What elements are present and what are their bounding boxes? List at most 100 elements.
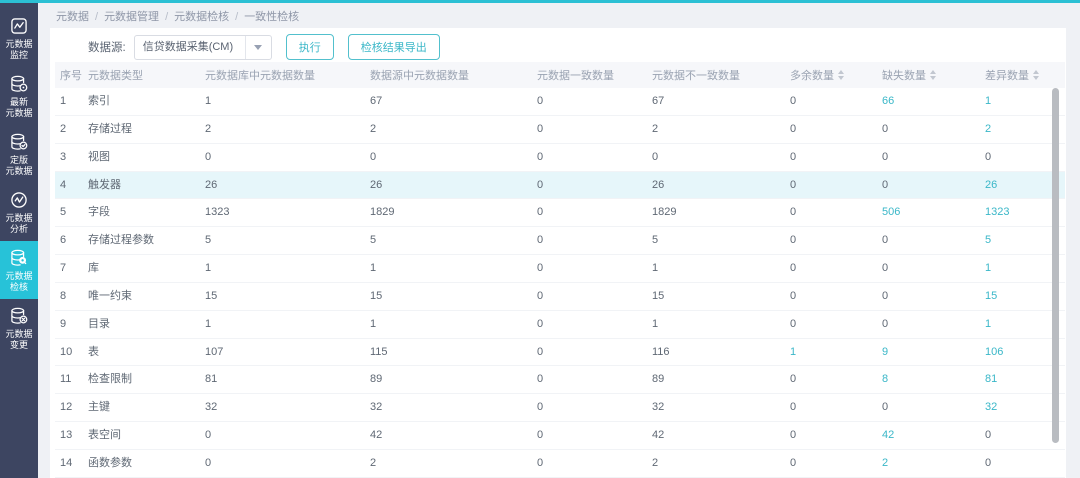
cell-index: 4 [55, 172, 88, 199]
cell-inconsistent_count: 0 [652, 144, 790, 171]
cell-missing_count[interactable]: 8 [882, 366, 985, 393]
vertical-scrollbar[interactable] [1052, 88, 1059, 443]
cell-inconsistent_count: 2 [652, 450, 790, 477]
database-search-icon [9, 248, 29, 268]
table-row[interactable]: 5字段132318290182905061323 [55, 199, 1065, 227]
sidebar-item-metadata-analysis[interactable]: 元数据 分析 [0, 183, 38, 241]
table-row[interactable]: 2存储过程2202002 [55, 116, 1065, 144]
cell-index: 11 [55, 366, 88, 393]
cell-extra_count: 0 [790, 88, 882, 115]
cell-inconsistent_count: 42 [652, 422, 790, 449]
cell-db_count: 1323 [205, 199, 370, 226]
column-header-consistent_count: 元数据一致数量 [537, 67, 652, 83]
table-row[interactable]: 7库1101001 [55, 255, 1065, 283]
sidebar-item-label: 元数据 检核 [5, 271, 32, 293]
sidebar-item-versioned-metadata[interactable]: 定版 元数据 [0, 125, 38, 183]
table-row[interactable]: 4触发器26260260026 [55, 172, 1065, 200]
cell-consistent_count: 0 [537, 116, 652, 143]
cell-index: 6 [55, 227, 88, 254]
cell-source_count: 67 [370, 88, 537, 115]
table-row[interactable]: 1索引1670670661 [55, 88, 1065, 116]
table-row[interactable]: 6存储过程参数5505005 [55, 227, 1065, 255]
cell-index: 12 [55, 394, 88, 421]
breadcrumb-item[interactable]: 元数据管理 [104, 11, 159, 23]
cell-extra_count: 0 [790, 144, 882, 171]
cell-missing_count: 0 [882, 394, 985, 421]
consistency-check-table: 序号元数据类型元数据库中元数据数量数据源中元数据数量元数据一致数量元数据不一致数… [55, 62, 1065, 478]
cell-diff_count: 0 [985, 450, 1065, 477]
sidebar-item-latest-metadata[interactable]: 最新 元数据 [0, 67, 38, 125]
cell-consistent_count: 0 [537, 144, 652, 171]
cell-db_count: 1 [205, 311, 370, 338]
sidebar-item-metadata-monitor[interactable]: 元数据 监控 [0, 9, 38, 67]
datasource-select[interactable]: 信贷数据采集(CM) [134, 35, 272, 60]
cell-consistent_count: 0 [537, 311, 652, 338]
cell-db_count: 1 [205, 88, 370, 115]
execute-button[interactable]: 执行 [286, 34, 334, 60]
database-check-icon [9, 132, 29, 152]
cell-extra_count: 0 [790, 116, 882, 143]
table-row[interactable]: 3视图0000000 [55, 144, 1065, 172]
cell-db_count: 15 [205, 283, 370, 310]
cell-missing_count: 0 [882, 311, 985, 338]
cell-index: 8 [55, 283, 88, 310]
cell-extra_count: 0 [790, 422, 882, 449]
cell-db_count: 0 [205, 422, 370, 449]
cell-consistent_count: 0 [537, 283, 652, 310]
column-header-diff_count[interactable]: 差异数量 [985, 67, 1065, 83]
sidebar-item-metadata-change[interactable]: 元数据 变更 [0, 299, 38, 357]
cell-extra_count: 0 [790, 311, 882, 338]
cell-db_count: 5 [205, 227, 370, 254]
chevron-down-icon [254, 45, 262, 50]
cell-consistent_count: 0 [537, 422, 652, 449]
cell-inconsistent_count: 2 [652, 116, 790, 143]
cell-source_count: 89 [370, 366, 537, 393]
cell-source_count: 115 [370, 339, 537, 366]
select-arrow-box[interactable] [245, 36, 271, 59]
cell-db_count: 1 [205, 255, 370, 282]
cell-missing_count: 0 [882, 172, 985, 199]
table-row[interactable]: 9目录1101001 [55, 311, 1065, 339]
breadcrumb-separator: / [95, 11, 98, 23]
cell-extra_count[interactable]: 1 [790, 339, 882, 366]
top-accent-bar [0, 0, 1080, 3]
cell-consistent_count: 0 [537, 227, 652, 254]
column-header-extra_count[interactable]: 多余数量 [790, 67, 882, 83]
table-row[interactable]: 10表107115011619106 [55, 339, 1065, 367]
sort-icon[interactable] [930, 70, 936, 80]
cell-db_count: 107 [205, 339, 370, 366]
cell-missing_count[interactable]: 42 [882, 422, 985, 449]
cell-index: 5 [55, 199, 88, 226]
breadcrumb-item: 一致性检核 [244, 11, 299, 23]
cell-missing_count[interactable]: 2 [882, 450, 985, 477]
cell-missing_count[interactable]: 9 [882, 339, 985, 366]
cell-inconsistent_count: 32 [652, 394, 790, 421]
cell-index: 2 [55, 116, 88, 143]
cell-missing_count[interactable]: 506 [882, 199, 985, 226]
cell-db_count: 0 [205, 450, 370, 477]
sidebar-item-metadata-check[interactable]: 元数据 检核 [0, 241, 38, 299]
sidebar-item-label: 定版 元数据 [5, 155, 32, 177]
cell-inconsistent_count: 26 [652, 172, 790, 199]
cell-source_count: 26 [370, 172, 537, 199]
table-row[interactable]: 13表空间0420420420 [55, 422, 1065, 450]
cell-missing_count[interactable]: 66 [882, 88, 985, 115]
export-results-button[interactable]: 检核结果导出 [348, 34, 440, 60]
table-row[interactable]: 11检查限制81890890881 [55, 366, 1065, 394]
cell-missing_count: 0 [882, 116, 985, 143]
column-header-missing_count[interactable]: 缺失数量 [882, 67, 985, 83]
table-row[interactable]: 12主键32320320032 [55, 394, 1065, 422]
sort-icon[interactable] [838, 70, 844, 80]
cell-consistent_count: 0 [537, 366, 652, 393]
sort-icon[interactable] [1033, 70, 1039, 80]
cell-index: 7 [55, 255, 88, 282]
table-row[interactable]: 14函数参数0202020 [55, 450, 1065, 478]
breadcrumb-item[interactable]: 元数据检核 [174, 11, 229, 23]
cell-extra_count: 0 [790, 172, 882, 199]
breadcrumb-item[interactable]: 元数据 [56, 11, 89, 23]
cell-type: 视图 [88, 144, 205, 171]
database-change-icon [9, 306, 29, 326]
breadcrumb-separator: / [165, 11, 168, 23]
cell-extra_count: 0 [790, 199, 882, 226]
table-row[interactable]: 8唯一约束15150150015 [55, 283, 1065, 311]
